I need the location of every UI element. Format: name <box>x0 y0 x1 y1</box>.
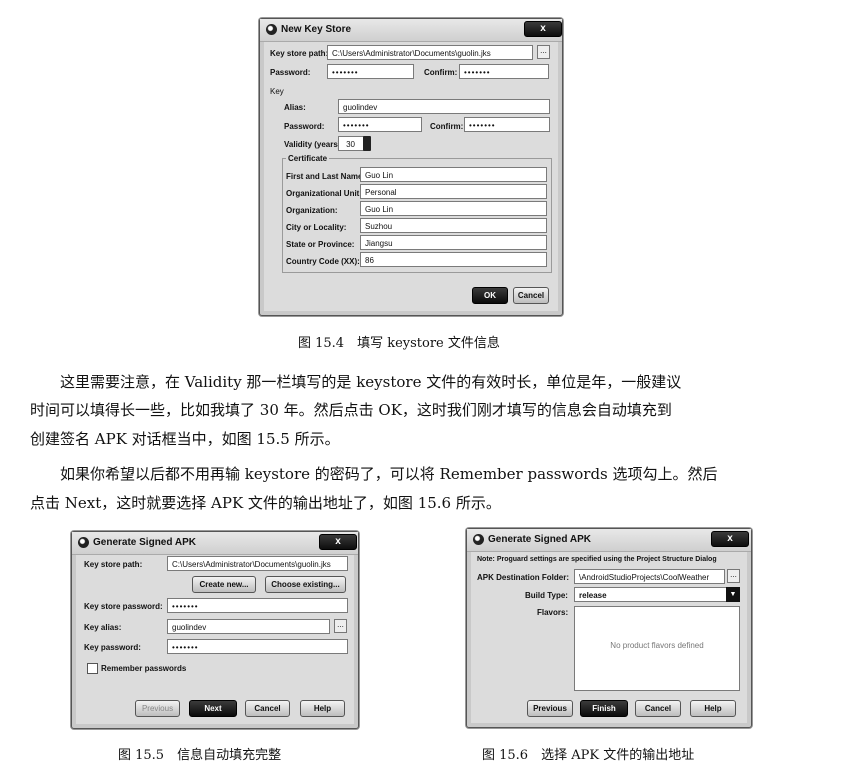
key-store-password-label: Key store password: <box>84 602 163 611</box>
choose-existing-button[interactable]: Choose existing... <box>265 576 346 593</box>
help-button[interactable]: Help <box>690 700 736 717</box>
android-studio-icon <box>473 534 484 545</box>
build-type-label: Build Type: <box>525 591 568 600</box>
confirm-field[interactable]: ••••••• <box>459 64 549 79</box>
city-label: City or Locality: <box>286 223 347 232</box>
paragraph-2-line-1: 如果你希望以后都不用再输 keystore 的密码了，可以将 Remember … <box>60 465 718 483</box>
figure-caption-15-5: 图 15.5 信息自动填充完整 <box>118 748 282 763</box>
key-confirm-label: Confirm: <box>430 122 464 131</box>
cancel-button[interactable]: Cancel <box>635 700 681 717</box>
browse-button[interactable]: ... <box>537 45 550 59</box>
dialog-title: New Key Store <box>281 24 352 35</box>
key-password-field[interactable]: ••••••• <box>338 117 422 132</box>
org-unit-label: Organizational Unit: <box>286 189 362 198</box>
remember-passwords-label: Remember passwords <box>101 664 187 673</box>
paragraph-1-line-3: 创建签名 APK 对话框当中，如图 15.5 所示。 <box>30 430 340 448</box>
close-button[interactable]: x <box>319 534 357 550</box>
key-store-password-field[interactable]: ••••••• <box>167 598 348 613</box>
key-password-field[interactable]: ••••••• <box>167 639 348 654</box>
build-type-select[interactable]: release <box>574 587 740 602</box>
org-unit-field[interactable]: Personal <box>360 184 547 199</box>
remember-passwords-checkbox[interactable] <box>87 663 98 674</box>
state-field[interactable]: Jiangsu <box>360 235 547 250</box>
android-studio-icon <box>266 24 277 35</box>
dialog-title: Generate Signed APK <box>488 534 591 545</box>
organization-field[interactable]: Guo Lin <box>360 201 547 216</box>
password-label: Password: <box>270 68 311 77</box>
confirm-label: Confirm: <box>424 68 458 77</box>
flavors-label: Flavors: <box>537 608 569 617</box>
alias-label: Alias: <box>284 103 306 112</box>
key-password-label: Key password: <box>84 643 141 652</box>
spinner-arrows-icon[interactable] <box>363 136 371 151</box>
validity-spinner[interactable]: 30 <box>338 136 364 151</box>
key-store-path-field[interactable]: C:\Users\Administrator\Documents\guolin.… <box>327 45 533 60</box>
key-password-label: Password: <box>284 122 325 131</box>
close-button[interactable]: x <box>524 21 562 37</box>
previous-button[interactable]: Previous <box>527 700 573 717</box>
ok-button[interactable]: OK <box>472 287 508 304</box>
create-new-button[interactable]: Create new... <box>192 576 256 593</box>
key-store-path-label: Key store path: <box>84 560 143 569</box>
dialog-title-bar: Generate Signed APK x <box>72 532 358 555</box>
certificate-group-title: Certificate <box>286 154 330 163</box>
finish-button[interactable]: Finish <box>580 700 628 717</box>
dialog-title: Generate Signed APK <box>93 537 196 548</box>
cancel-button[interactable]: Cancel <box>513 287 549 304</box>
organization-label: Organization: <box>286 206 338 215</box>
key-section-label: Key <box>270 87 284 96</box>
first-last-name-label: First and Last Name: <box>286 172 366 181</box>
browse-button[interactable]: ... <box>727 569 740 583</box>
figure-caption-15-4: 图 15.4 填写 keystore 文件信息 <box>298 336 500 351</box>
next-button[interactable]: Next <box>189 700 237 717</box>
password-field[interactable]: ••••••• <box>327 64 414 79</box>
key-store-path-label: Key store path: <box>270 49 329 58</box>
paragraph-2-line-2: 点击 Next，这时就要选择 APK 文件的输出地址了，如图 15.6 所示。 <box>30 494 501 512</box>
proguard-note: Note: Proguard settings are specified us… <box>477 556 717 563</box>
paragraph-1-line-2: 时间可以填得长一些，比如我填了 30 年。然后点击 OK，这时我们刚才填写的信息… <box>30 401 672 419</box>
country-code-label: Country Code (XX): <box>286 257 360 266</box>
key-alias-label: Key alias: <box>84 623 122 632</box>
city-field[interactable]: Suzhou <box>360 218 547 233</box>
flavors-list[interactable]: No product flavors defined <box>574 606 740 691</box>
key-confirm-field[interactable]: ••••••• <box>464 117 550 132</box>
key-store-path-field[interactable]: C:\Users\Administrator\Documents\guolin.… <box>167 556 348 571</box>
previous-button[interactable]: Previous <box>135 700 180 717</box>
first-last-name-field[interactable]: Guo Lin <box>360 167 547 182</box>
paragraph-1-line-1: 这里需要注意，在 Validity 那一栏填写的是 keystore 文件的有效… <box>60 373 682 391</box>
dialog-title-bar: New Key Store x <box>260 19 562 42</box>
chevron-down-icon[interactable]: ▼ <box>726 587 740 602</box>
key-alias-field[interactable]: guolindev <box>167 619 330 634</box>
close-button[interactable]: x <box>711 531 749 547</box>
country-code-field[interactable]: 86 <box>360 252 547 267</box>
help-button[interactable]: Help <box>300 700 345 717</box>
alias-field[interactable]: guolindev <box>338 99 550 114</box>
new-key-store-dialog: New Key Store x Key store path: C:\Users… <box>259 18 563 316</box>
figure-caption-15-6: 图 15.6 选择 APK 文件的输出地址 <box>482 748 695 763</box>
cancel-button[interactable]: Cancel <box>245 700 290 717</box>
generate-signed-apk-dialog-2: Generate Signed APK x Note: Proguard set… <box>466 528 752 728</box>
generate-signed-apk-dialog-1: Generate Signed APK x Key store path: C:… <box>71 531 359 729</box>
dialog-title-bar: Generate Signed APK x <box>467 529 751 552</box>
apk-destination-field[interactable]: \AndroidStudioProjects\CoolWeather <box>574 569 725 584</box>
flavors-empty-text: No product flavors defined <box>610 641 704 650</box>
validity-label: Validity (years): <box>284 140 344 149</box>
android-studio-icon <box>78 537 89 548</box>
apk-destination-label: APK Destination Folder: <box>477 573 570 582</box>
browse-button[interactable]: ... <box>334 619 347 633</box>
state-label: State or Province: <box>286 240 355 249</box>
